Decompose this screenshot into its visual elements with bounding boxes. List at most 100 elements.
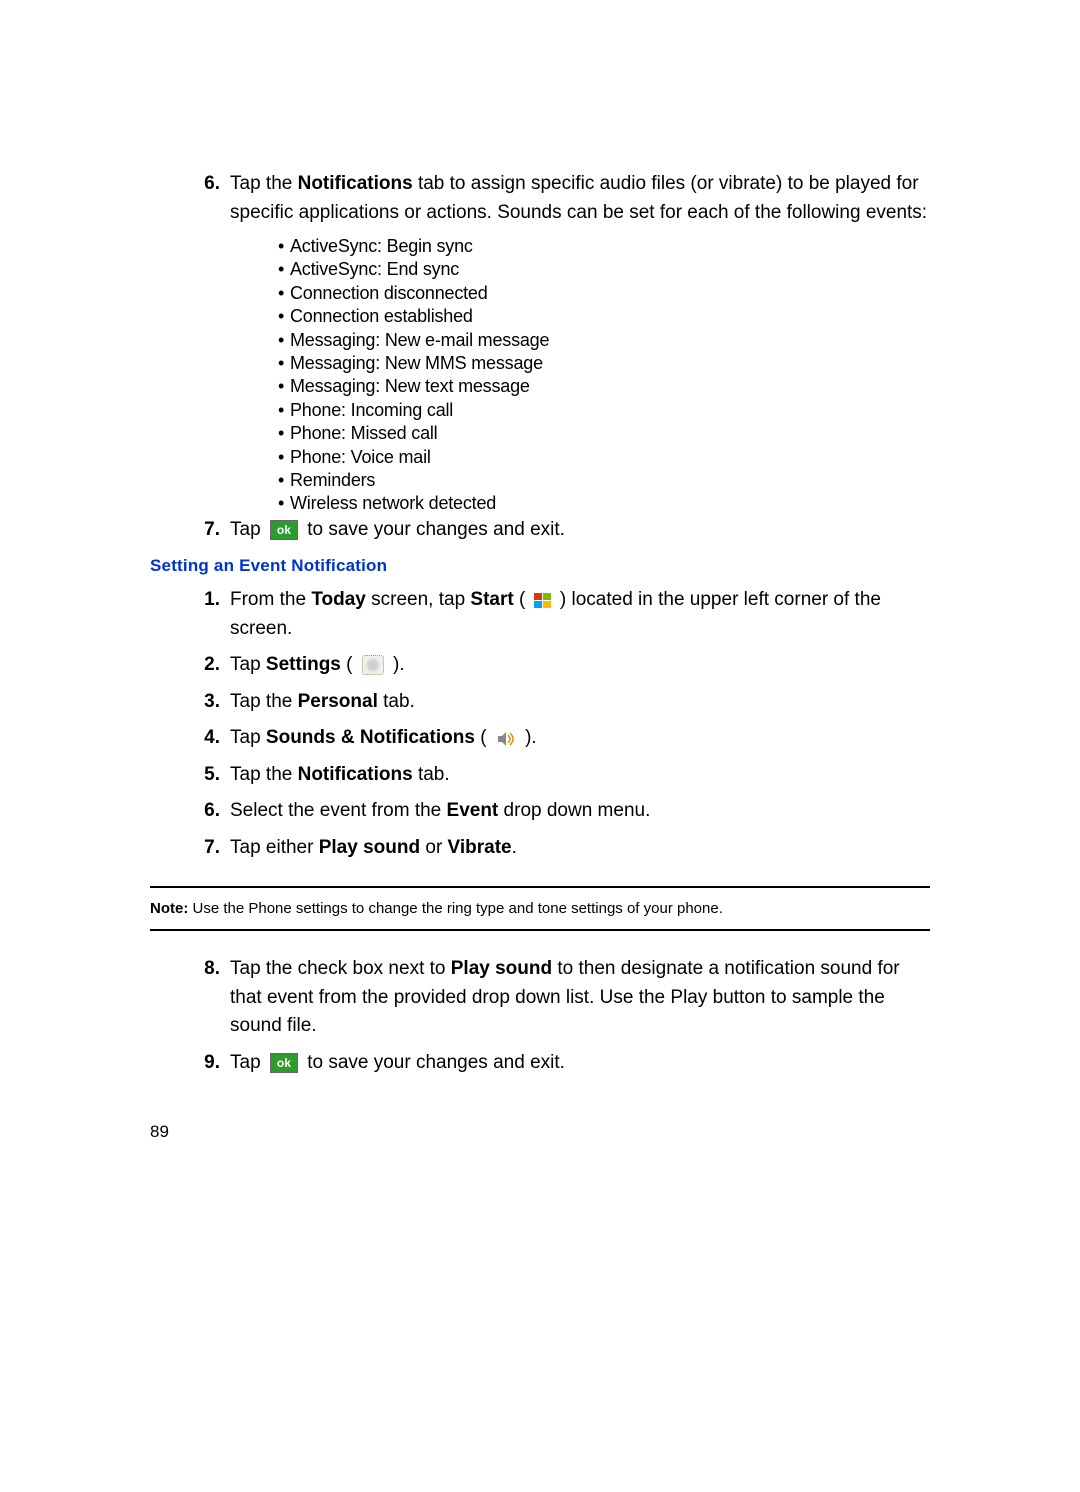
list-item: •Wireless network detected — [272, 492, 930, 515]
windows-start-icon — [533, 591, 553, 609]
step-body: Tap the Personal tab. — [230, 688, 930, 717]
bold-text: Today — [311, 589, 366, 610]
bold-text: Play sound — [451, 958, 552, 979]
step-body: Tap the Notifications tab. — [230, 761, 930, 790]
list-text: Wireless network detected — [290, 492, 496, 515]
bullet-dot: • — [272, 422, 290, 445]
bullet-dot: • — [272, 469, 290, 492]
list-item: •ActiveSync: Begin sync — [272, 235, 930, 258]
bold-text: Notifications — [298, 764, 413, 785]
list-item: •Messaging: New text message — [272, 375, 930, 398]
text: tab. — [413, 764, 450, 785]
bullet-dot: • — [272, 258, 290, 281]
step-1: 1. From the Today screen, tap Start ( ) … — [192, 586, 930, 643]
step-number: 1. — [192, 586, 220, 615]
step-9: 9. Tap ok to save your changes and exit. — [192, 1049, 930, 1078]
text: Tap — [230, 727, 266, 748]
list-text: Messaging: New e-mail message — [290, 329, 549, 352]
bullet-dot: • — [272, 399, 290, 422]
step-body: Tap Settings ( ). — [230, 651, 930, 680]
text: or — [420, 837, 447, 858]
step-7: 7. Tap ok to save your changes and exit. — [192, 516, 930, 545]
text: Tap — [230, 519, 266, 540]
step-body: Tap either Play sound or Vibrate. — [230, 834, 930, 863]
step-number: 6. — [192, 170, 220, 199]
text: drop down menu. — [498, 800, 650, 821]
text: to save your changes and exit. — [302, 519, 565, 540]
step-2: 2. Tap Settings ( ). — [192, 651, 930, 680]
ordered-list-top: 6. Tap the Notifications tab to assign s… — [192, 170, 930, 544]
bullet-dot: • — [272, 329, 290, 352]
list-text: Messaging: New text message — [290, 375, 530, 398]
note-label: Note: — [150, 900, 188, 917]
list-text: ActiveSync: End sync — [290, 258, 459, 281]
list-text: Connection established — [290, 305, 473, 328]
note-text: Use the Phone settings to change the rin… — [188, 900, 723, 917]
step-body: Tap Sounds & Notifications ( ). — [230, 724, 930, 753]
text: Tap — [230, 654, 266, 675]
list-item: •Connection established — [272, 305, 930, 328]
text: ( — [514, 589, 531, 610]
step-body: Tap the check box next to Play sound to … — [230, 955, 930, 1041]
list-text: Reminders — [290, 469, 375, 492]
list-text: Connection disconnected — [290, 282, 488, 305]
bold-text: Sounds & Notifications — [266, 727, 475, 748]
step-number: 5. — [192, 761, 220, 790]
step-body: Select the event from the Event drop dow… — [230, 797, 930, 826]
settings-icon — [362, 655, 384, 675]
sounds-notifications-icon — [496, 729, 516, 747]
step-body: Tap ok to save your changes and exit. — [230, 1049, 930, 1078]
step-number: 4. — [192, 724, 220, 753]
step-number: 2. — [192, 651, 220, 680]
manual-page: 6. Tap the Notifications tab to assign s… — [0, 0, 1080, 1492]
list-text: Phone: Voice mail — [290, 446, 431, 469]
step-3: 3. Tap the Personal tab. — [192, 688, 930, 717]
step-number: 7. — [192, 834, 220, 863]
step-body: Tap the Notifications tab to assign spec… — [230, 170, 930, 227]
step-6b: 6. Select the event from the Event drop … — [192, 797, 930, 826]
bold-text: Event — [447, 800, 499, 821]
step-number: 9. — [192, 1049, 220, 1078]
text: tab. — [378, 691, 415, 712]
step-8: 8. Tap the check box next to Play sound … — [192, 955, 930, 1041]
list-text: Phone: Missed call — [290, 422, 437, 445]
bullet-dot: • — [272, 375, 290, 398]
step-number: 3. — [192, 688, 220, 717]
bold-text: Vibrate — [448, 837, 512, 858]
section-heading: Setting an Event Notification — [150, 556, 930, 576]
ordered-list-event: 1. From the Today screen, tap Start ( ) … — [192, 586, 930, 862]
bold-text: Play sound — [319, 837, 420, 858]
list-text: Messaging: New MMS message — [290, 352, 543, 375]
ok-button-icon: ok — [270, 520, 298, 540]
text: Select the event from the — [230, 800, 447, 821]
step-body: From the Today screen, tap Start ( ) loc… — [230, 586, 930, 643]
list-item: •Messaging: New MMS message — [272, 352, 930, 375]
text: From the — [230, 589, 311, 610]
text: ( — [475, 727, 492, 748]
list-item: •Messaging: New e-mail message — [272, 329, 930, 352]
step-5: 5. Tap the Notifications tab. — [192, 761, 930, 790]
ordered-list-after-note: 8. Tap the check box next to Play sound … — [192, 955, 930, 1077]
list-text: Phone: Incoming call — [290, 399, 453, 422]
text: Tap — [230, 1052, 266, 1073]
list-item: •Connection disconnected — [272, 282, 930, 305]
step-number: 8. — [192, 955, 220, 984]
text: screen, tap — [366, 589, 471, 610]
step-4: 4. Tap Sounds & Notifications ( ). — [192, 724, 930, 753]
bold-text: Personal — [298, 691, 378, 712]
note-box: Note: Use the Phone settings to change t… — [150, 886, 930, 931]
ok-button-icon: ok — [270, 1053, 298, 1073]
text: Tap the — [230, 691, 298, 712]
bold-text: Start — [470, 589, 513, 610]
text: Tap the — [230, 173, 298, 194]
bullet-list: •ActiveSync: Begin sync •ActiveSync: End… — [272, 235, 930, 516]
page-number: 89 — [150, 1122, 169, 1142]
bullet-dot: • — [272, 305, 290, 328]
bullet-dot: • — [272, 235, 290, 258]
text: to save your changes and exit. — [302, 1052, 565, 1073]
step-body: Tap ok to save your changes and exit. — [230, 516, 930, 545]
step-6: 6. Tap the Notifications tab to assign s… — [192, 170, 930, 227]
step-number: 6. — [192, 797, 220, 826]
text: . — [512, 837, 517, 858]
text: ). — [520, 727, 537, 748]
